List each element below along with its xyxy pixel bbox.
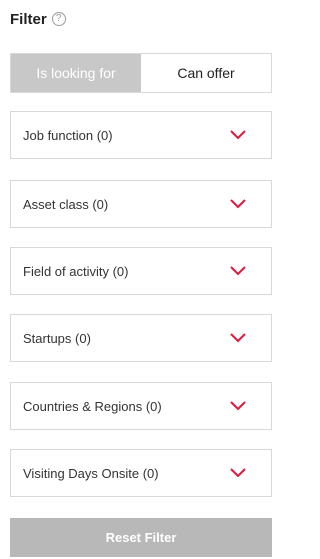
chevron-down-icon <box>230 468 246 478</box>
filter-label: Job function (0) <box>23 127 113 143</box>
chevron-down-icon <box>230 199 246 209</box>
chevron-down-icon <box>230 130 246 140</box>
chevron-down-icon <box>230 401 246 411</box>
filter-title: Filter <box>10 10 47 28</box>
mode-tabs: Is looking for Can offer <box>10 53 272 93</box>
filter-asset-class[interactable]: Asset class (0) <box>10 180 272 228</box>
help-icon[interactable]: ? <box>51 12 66 26</box>
filter-visiting-days-onsite[interactable]: Visiting Days Onsite (0) <box>10 449 272 497</box>
tab-is-looking-for[interactable]: Is looking for <box>11 54 141 92</box>
filter-label: Startups (0) <box>23 330 91 346</box>
chevron-down-icon <box>230 333 246 343</box>
filter-label: Visiting Days Onsite (0) <box>23 465 159 481</box>
filter-label: Field of activity (0) <box>23 263 129 279</box>
filter-job-function[interactable]: Job function (0) <box>10 111 272 159</box>
filter-label: Asset class (0) <box>23 196 109 212</box>
tab-can-offer[interactable]: Can offer <box>141 54 271 92</box>
filter-label: Countries & Regions (0) <box>23 398 162 414</box>
filter-startups[interactable]: Startups (0) <box>10 314 272 362</box>
reset-filter-button[interactable]: Reset Filter <box>10 518 272 557</box>
filter-countries-regions[interactable]: Countries & Regions (0) <box>10 382 272 430</box>
filter-header: Filter ? <box>10 9 66 29</box>
filter-field-of-activity[interactable]: Field of activity (0) <box>10 247 272 295</box>
chevron-down-icon <box>230 266 246 276</box>
